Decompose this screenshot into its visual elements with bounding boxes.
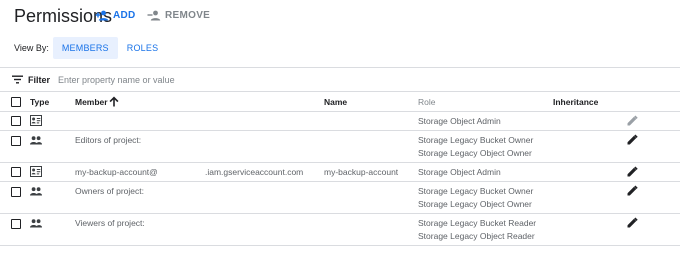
permissions-header: Permissions ADD REMOVE [0,0,680,30]
table-row: my-backup-account@ .iam.gserviceaccount.… [0,163,680,182]
pencil-icon[interactable] [627,134,638,145]
pencil-icon[interactable] [627,217,638,228]
role-cell: Storage Legacy Bucket Reader [418,218,537,228]
table-row: Editors of project: Storage Legacy Bucke… [0,131,680,163]
group-icon [30,219,42,228]
role-cell: Storage Legacy Bucket Owner [418,186,534,196]
role-cell: Storage Legacy Object Owner [418,148,532,158]
column-header-inheritance: Inheritance [553,97,599,107]
filter-bar: Filter [0,67,680,92]
filter-icon [12,75,23,84]
name-cell: my-backup-account [324,167,399,177]
view-by-label: View By: [14,43,49,53]
pencil-icon[interactable] [627,115,638,126]
filter-input[interactable] [58,74,459,85]
filter-label: Filter [28,74,51,85]
column-header-member[interactable]: Member [75,96,108,108]
group-icon [30,187,42,196]
role-cell: Storage Legacy Object Owner [418,199,532,209]
row-checkbox[interactable] [11,136,21,146]
row-checkbox[interactable] [11,187,21,197]
column-header-type[interactable]: Type [30,96,49,108]
role-cell: Storage Legacy Bucket Owner [418,135,534,145]
member-cell: Editors of project: [75,135,142,145]
add-person-icon [95,10,109,20]
service-account-icon [30,166,42,177]
role-cell: Storage Legacy Object Reader [418,231,535,241]
select-all-checkbox[interactable] [11,97,21,107]
table-header-row: Type Member Name Role Inheritance [0,92,680,112]
pencil-icon[interactable] [627,166,638,177]
add-label: ADD [113,9,136,21]
pencil-icon[interactable] [627,185,638,196]
role-cell: Storage Object Admin [418,167,501,177]
sort-ascending-icon[interactable] [109,96,119,107]
row-checkbox[interactable] [11,219,21,229]
member-cell: Viewers of project: [75,218,145,228]
role-cell: Storage Object Admin [418,116,501,126]
remove-label: REMOVE [165,9,211,21]
table-row: Owners of project: Storage Legacy Bucket… [0,182,680,214]
view-by-members-button[interactable]: MEMBERS [52,37,118,59]
table-row: Storage Object Admin [0,112,680,131]
view-by-roles-button[interactable]: ROLES [118,37,168,59]
table-row: Viewers of project: Storage Legacy Bucke… [0,214,680,246]
remove-member-button[interactable]: REMOVE [147,8,210,22]
view-by-toggle: View By: MEMBERS ROLES [14,37,167,59]
row-checkbox[interactable] [11,116,21,126]
member-cell: my-backup-account@ [75,167,158,177]
group-icon [30,136,42,145]
member-cell: Owners of project: [75,186,144,196]
remove-person-icon [147,10,161,20]
add-member-button[interactable]: ADD [95,8,136,22]
permissions-table: Type Member Name Role Inheritance Storag… [0,92,680,246]
member-domain-cell: .iam.gserviceaccount.com [205,167,304,177]
service-account-icon [30,115,42,126]
row-checkbox[interactable] [11,167,21,177]
column-header-role: Role [418,97,436,107]
column-header-name[interactable]: Name [324,96,347,108]
